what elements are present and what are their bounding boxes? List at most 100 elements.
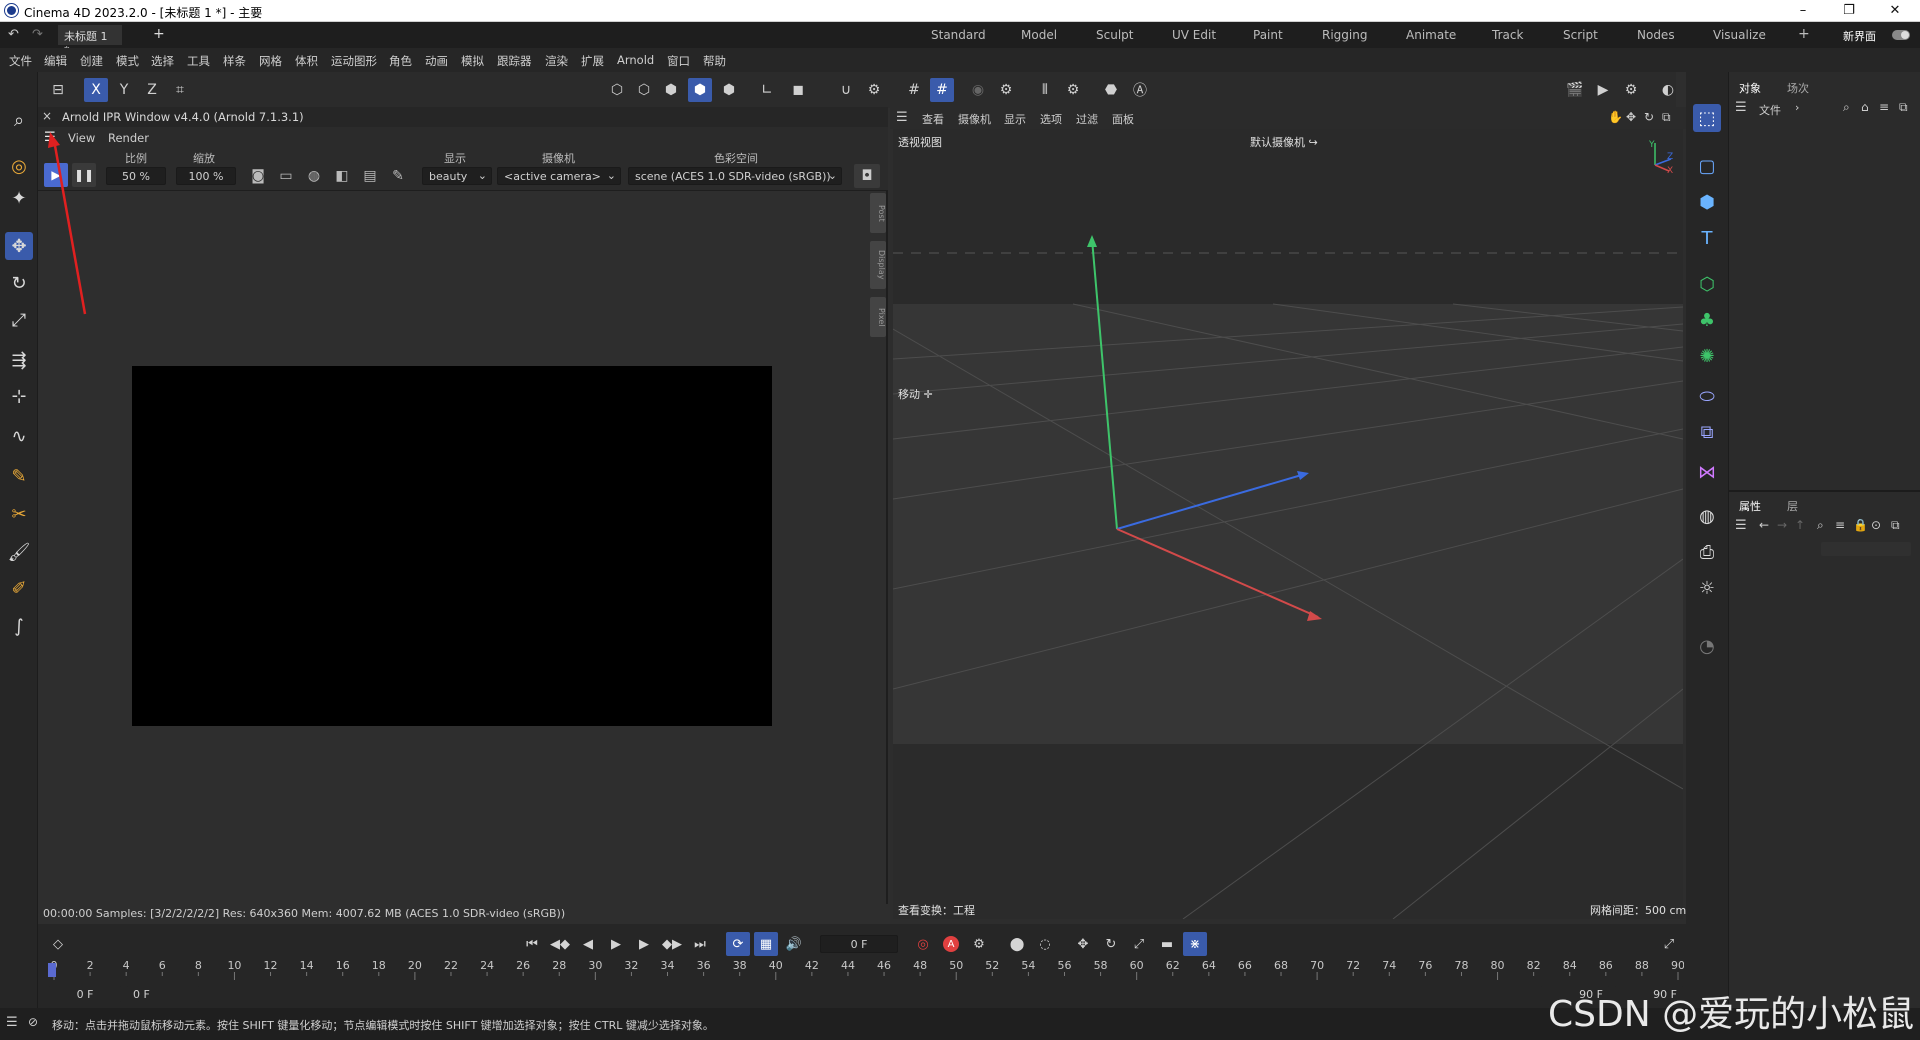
layout-rigging[interactable]: Rigging	[1322, 28, 1367, 42]
menu-volume[interactable]: 体积	[295, 53, 318, 69]
axis-z-button[interactable]: Z	[140, 78, 164, 102]
menu-render[interactable]: 渲染	[545, 53, 568, 69]
new-window-icon[interactable]: ⧉	[1899, 100, 1908, 115]
field-icon[interactable]: ⋈	[1693, 458, 1721, 486]
color-picker-icon[interactable]: ✎	[386, 164, 410, 188]
brush-tool-icon[interactable]: 🖌	[5, 538, 33, 566]
playhead[interactable]	[48, 963, 56, 977]
play-button[interactable]: ▶	[604, 932, 628, 956]
ipr-menu-render[interactable]: Render	[108, 131, 149, 145]
viewport-menu-view[interactable]: 查看	[922, 111, 944, 127]
dolly-view-icon[interactable]: ✥	[1626, 110, 1636, 124]
viewport-canvas[interactable]	[893, 129, 1683, 919]
lut-icon[interactable]: ▤	[358, 164, 382, 188]
menu-file[interactable]: 文件	[9, 53, 32, 69]
live-select-icon[interactable]: ✦	[5, 184, 33, 212]
rotate-tool-icon[interactable]: ↻	[5, 269, 33, 297]
key-selection-icon[interactable]: ◌	[1033, 932, 1057, 956]
objects-menu-file[interactable]: 文件	[1759, 102, 1781, 118]
globe-icon[interactable]: ◍	[302, 164, 326, 188]
menu-tracker[interactable]: 跟踪器	[497, 53, 532, 69]
minimize-button[interactable]: –	[1793, 2, 1813, 20]
menu-mesh[interactable]: 网格	[259, 53, 282, 69]
attributes-search-field[interactable]	[1821, 542, 1911, 556]
menu-edit[interactable]: 编辑	[44, 53, 67, 69]
menu-animation[interactable]: 动画	[425, 53, 448, 69]
viewport-menu-filter[interactable]: 过滤	[1076, 111, 1098, 127]
menu-mograph[interactable]: 运动图形	[331, 53, 377, 69]
layout-track[interactable]: Track	[1492, 28, 1523, 42]
auto-playback-button[interactable]: ▦	[754, 932, 778, 956]
paint-tool-icon[interactable]: ✐	[5, 574, 33, 602]
deformer-icon[interactable]: ⬭	[1693, 382, 1721, 410]
viewport-hamburger-icon[interactable]: ☰	[896, 110, 908, 125]
layout-model[interactable]: Model	[1021, 28, 1057, 42]
layout-script[interactable]: Script	[1563, 28, 1598, 42]
key-all-icon[interactable]: ⬤	[1005, 932, 1029, 956]
points-mode-icon[interactable]: ⬡	[605, 78, 629, 102]
layout-nodes[interactable]: Nodes	[1637, 28, 1675, 42]
loop-button[interactable]: ⟳	[726, 932, 750, 956]
menu-arnold[interactable]: Arnold	[617, 53, 654, 67]
move-tool-icon[interactable]: ✥	[5, 232, 33, 260]
next-frame-button[interactable]: ▶	[632, 932, 656, 956]
forward-arrow-icon[interactable]: →	[1777, 518, 1787, 532]
region-icon[interactable]: ▭	[274, 164, 298, 188]
tab-objects[interactable]: 对象	[1739, 80, 1761, 96]
ipr-close-button[interactable]: ×	[42, 109, 52, 123]
key-pla-icon[interactable]: ⋇	[1183, 932, 1207, 956]
scale-field[interactable]: 50 %	[106, 167, 166, 185]
scale-tool-icon[interactable]: ⤢	[5, 306, 33, 334]
side-tab-pixel[interactable]: Pixel	[870, 297, 886, 337]
spline-tool-icon[interactable]: ∿	[5, 422, 33, 450]
orbit-view-icon[interactable]: ↻	[1644, 110, 1654, 124]
auto-key-button[interactable]: A	[939, 932, 963, 956]
subdivision-icon[interactable]: ⬡	[1693, 270, 1721, 298]
object-manager-icon[interactable]: ⬚	[1693, 104, 1721, 132]
up-arrow-icon[interactable]: ↑	[1795, 518, 1805, 532]
sculpt-tool-icon[interactable]: ∫	[5, 612, 33, 640]
timeline-ruler[interactable]: 0246810121416182022242628303234363840424…	[48, 958, 1684, 980]
cube-icon[interactable]: ⬢	[1693, 188, 1721, 216]
timeline-graph-icon[interactable]: ⤢	[1657, 932, 1681, 956]
close-button[interactable]: ✕	[1885, 2, 1905, 20]
add-layout-button[interactable]: +	[1798, 26, 1810, 42]
display-select[interactable]: beauty ⌄	[422, 167, 492, 185]
redo-icon[interactable]: ↷	[32, 27, 43, 42]
settings-icon[interactable]: ⊙	[1871, 518, 1881, 532]
menu-help[interactable]: 帮助	[703, 53, 726, 69]
start-frame-field[interactable]: 0 F	[48, 985, 122, 1003]
search-icon[interactable]: ⌕	[1843, 100, 1850, 115]
keyframe-icon[interactable]: ◇	[46, 932, 70, 956]
select-tool-icon[interactable]: ◎	[5, 152, 33, 180]
tab-layers[interactable]: 层	[1787, 498, 1798, 514]
grid-icon[interactable]: #	[902, 78, 926, 102]
next-key-button[interactable]: ◆▶	[660, 932, 684, 956]
colorspace-select[interactable]: scene (ACES 1.0 SDR-video (sRGB)) ⌄	[628, 167, 842, 185]
tab-document[interactable]: 未标题 1 *	[58, 25, 122, 57]
workplane-icon[interactable]: ∟	[755, 78, 779, 102]
home-icon[interactable]: ⌂	[1861, 100, 1869, 114]
layout-animate[interactable]: Animate	[1406, 28, 1456, 42]
interface-toggle[interactable]	[1892, 30, 1910, 40]
coordinate-tool-icon[interactable]: ⊹	[5, 382, 33, 410]
menu-simulate[interactable]: 模拟	[461, 53, 484, 69]
go-to-end-button[interactable]: ⏭	[688, 932, 712, 956]
light-icon[interactable]: ☼	[1693, 574, 1721, 602]
transfer-tool-icon[interactable]: ⇶	[5, 346, 33, 374]
new-window-icon[interactable]: ⧉	[1891, 518, 1900, 533]
preview-start-field[interactable]: 0 F	[126, 985, 200, 1003]
model-mode-icon[interactable]: ⬢	[688, 78, 712, 102]
camera-snapshot-icon[interactable]: ◘	[854, 164, 880, 188]
menu-mode[interactable]: 模式	[116, 53, 139, 69]
previous-frame-button[interactable]: ◀	[576, 932, 600, 956]
undo-icon[interactable]: ↶	[8, 27, 19, 42]
filter-icon[interactable]: ≡	[1835, 518, 1845, 532]
render-picture-viewer-icon[interactable]: ▶	[1591, 78, 1615, 102]
side-tab-display[interactable]: Display	[870, 241, 886, 289]
layout-paint[interactable]: Paint	[1253, 28, 1283, 42]
menu-extensions[interactable]: 扩展	[581, 53, 604, 69]
current-frame-field[interactable]: 0 F	[820, 935, 898, 953]
edges-mode-icon[interactable]: ⬡	[632, 78, 656, 102]
menu-character[interactable]: 角色	[389, 53, 412, 69]
